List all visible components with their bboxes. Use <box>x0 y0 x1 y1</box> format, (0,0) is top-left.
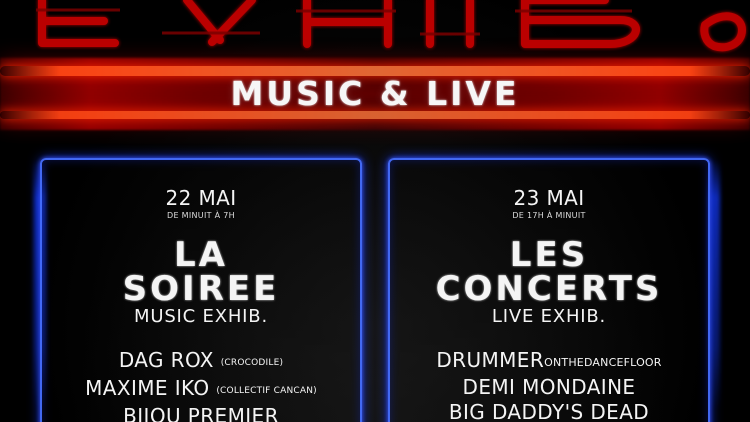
event-panel-concerts: 23 MAI DE 17H À MINUIT LES CONCERTS LIVE… <box>388 158 710 422</box>
artist-name: DRUMMER <box>436 348 545 372</box>
artist-name: MAXIME IKO <box>85 376 210 400</box>
artist-detail: (CROCODILE) <box>220 358 284 368</box>
event-title-line-2: CONCERTS <box>435 269 663 309</box>
event-date: 23 MAI <box>513 186 585 210</box>
artist-item: DEMI MONDAINE <box>390 375 708 400</box>
event-poster: MUSIC & LIVE 22 MAI DE MINUIT À 7H LA SO… <box>0 0 750 422</box>
event-subtitle: LIVE EXHIB. <box>491 306 607 327</box>
event-date: 22 MAI <box>165 186 237 210</box>
artist-detail: (COLLECTIF CANCAN) <box>216 386 317 396</box>
event-title: LES CONCERTS <box>390 238 708 306</box>
artist-detail: ONTHEDANCEFLOOR <box>544 356 662 369</box>
event-time: DE MINUIT À 7H <box>167 211 235 220</box>
event-title: LA SOIREE <box>42 238 360 306</box>
artist-name: BIJOU PREMIER <box>123 404 279 422</box>
main-title: MUSIC & LIVE <box>230 74 520 113</box>
event-title-line-2: SOIREE <box>122 269 280 309</box>
top-logo-area <box>0 0 750 60</box>
event-title-line-1: LA <box>174 235 228 275</box>
exhib-logo <box>36 0 746 52</box>
event-title-line-1: LES <box>509 235 589 275</box>
artist-item: BIJOU PREMIER <box>42 404 360 422</box>
event-panel-night: 22 MAI DE MINUIT À 7H LA SOIREE MUSIC EX… <box>40 158 362 422</box>
artist-list: DRUMMERONTHEDANCEFLOOR DEMI MONDAINE BIG… <box>390 348 708 422</box>
artist-item: BIG DADDY'S DEAD <box>390 400 708 422</box>
artist-item: DAG ROX (CROCODILE) <box>42 348 360 376</box>
artist-item: MAXIME IKO (COLLECTIF CANCAN) <box>42 376 360 404</box>
artist-item: DRUMMERONTHEDANCEFLOOR <box>390 348 708 375</box>
artist-name: DAG ROX <box>118 348 214 372</box>
event-time: DE 17H À MINUIT <box>512 211 586 220</box>
event-subtitle: MUSIC EXHIB. <box>134 306 268 327</box>
artist-name: DEMI MONDAINE <box>462 375 636 399</box>
artist-name: BIG DADDY'S DEAD <box>448 400 650 422</box>
artist-list: DAG ROX (CROCODILE) MAXIME IKO (COLLECTI… <box>42 348 360 422</box>
